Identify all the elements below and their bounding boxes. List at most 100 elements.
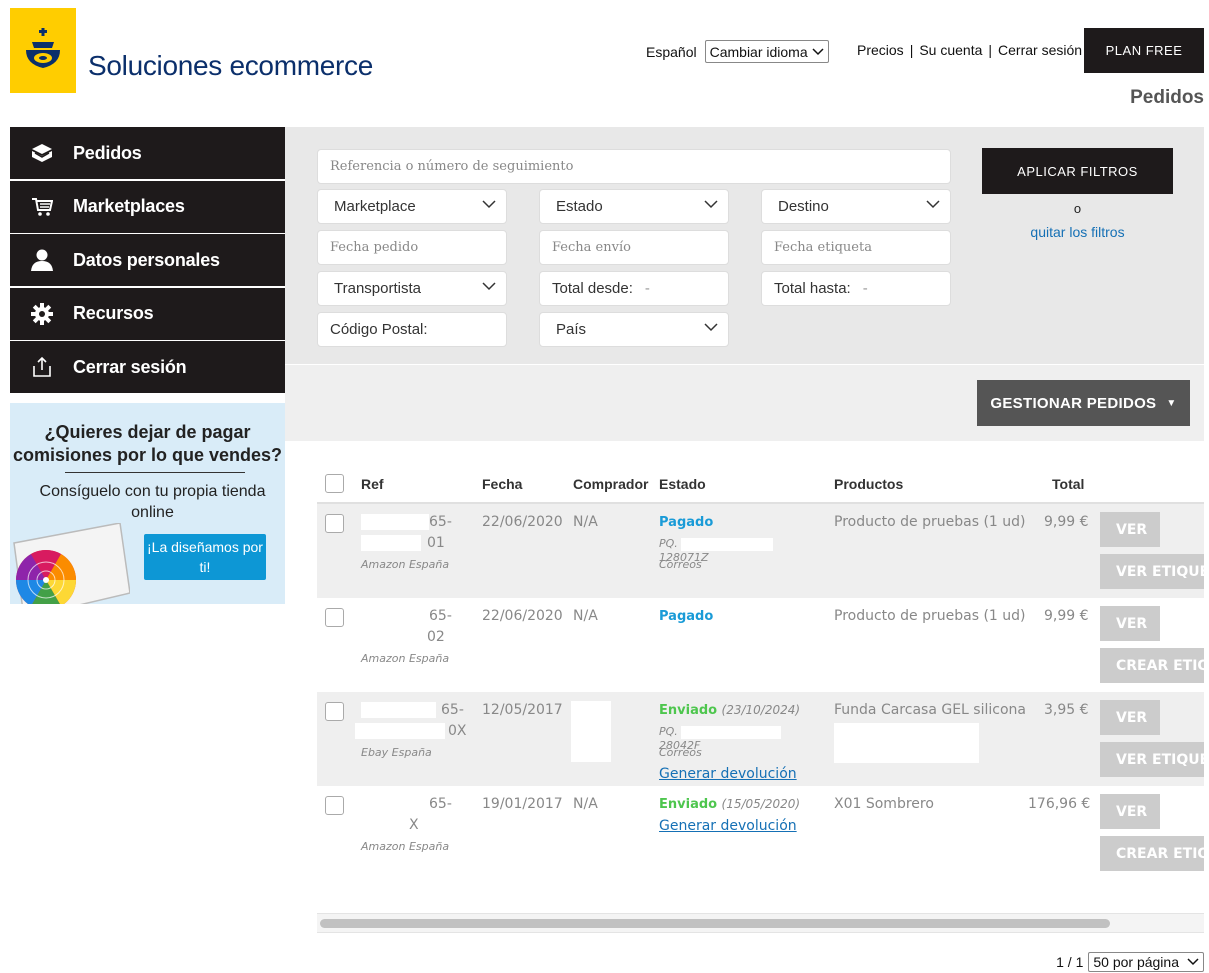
destino-select[interactable]: Destino xyxy=(761,189,951,224)
fecha-envio-input[interactable]: Fecha envío xyxy=(539,230,729,265)
row-estado: Enviado (15/05/2020) xyxy=(659,797,801,812)
col-estado[interactable]: Estado xyxy=(659,476,706,492)
row-checkbox[interactable] xyxy=(325,702,344,721)
select-all-checkbox[interactable] xyxy=(325,474,344,493)
row-carrier: Correos xyxy=(659,558,702,571)
table-row: 65- X Amazon España 19/01/2017 N/A Envia… xyxy=(317,786,1204,880)
codigo-postal-input[interactable]: Código Postal: xyxy=(317,312,507,347)
box-icon xyxy=(10,143,73,163)
row-marketplace: Ebay España xyxy=(361,746,432,759)
redacted-block xyxy=(681,725,782,739)
chevron-down-icon xyxy=(926,200,940,209)
sidebar: Pedidos Marketplaces Datos personales Re… xyxy=(10,127,285,395)
sidebar-item-datos-personales[interactable]: Datos personales xyxy=(10,234,285,286)
per-page-select[interactable]: 50 por página xyxy=(1088,952,1204,972)
total-desde-input[interactable]: Total desde: - xyxy=(539,271,729,306)
sidebar-item-recursos[interactable]: Recursos xyxy=(10,287,285,340)
promo-banner[interactable]: ¿Quieres dejar de pagar comisiones por l… xyxy=(10,403,285,604)
row-checkbox[interactable] xyxy=(325,796,344,815)
row-checkbox[interactable] xyxy=(325,608,344,627)
marketplace-select[interactable]: Marketplace xyxy=(317,189,507,224)
row-producto: Producto de pruebas (1 ud) xyxy=(834,608,1026,624)
search-input[interactable]: Referencia o número de seguimiento xyxy=(317,149,951,184)
sidebar-item-marketplaces[interactable]: Marketplaces xyxy=(10,180,285,233)
sidebar-item-pedidos[interactable]: Pedidos xyxy=(10,127,285,179)
redacted-block xyxy=(834,723,979,763)
row-total: 176,96 € xyxy=(1028,796,1091,812)
filters-panel: Referencia o número de seguimiento Marke… xyxy=(285,127,1204,364)
generate-return-link[interactable]: Generar devolución xyxy=(659,818,797,834)
estado-select[interactable]: Estado xyxy=(539,189,729,224)
view-order-button[interactable]: VER xyxy=(1100,700,1160,735)
table-header: Ref Fecha Comprador Estado Productos Tot… xyxy=(317,466,1204,504)
row-marketplace: Amazon España xyxy=(361,558,450,571)
fecha-etiqueta-input[interactable]: Fecha etiqueta xyxy=(761,230,951,265)
table-row: 65- 02 Amazon España 22/06/2020 N/A Paga… xyxy=(317,598,1204,692)
redacted-block xyxy=(681,537,774,551)
table-row: 65- 0X Ebay España 12/05/2017 Enviado (2… xyxy=(317,692,1204,786)
horizontal-scrollbar[interactable] xyxy=(317,913,1204,933)
correos-logo[interactable] xyxy=(10,8,76,93)
current-language: Español xyxy=(646,43,697,60)
view-label-button[interactable]: VER ETIQUETA xyxy=(1100,554,1204,589)
view-label-button[interactable]: VER ETIQUETA xyxy=(1100,742,1204,777)
row-fecha: 19/01/2017 xyxy=(482,796,563,812)
or-text: o xyxy=(1073,201,1082,216)
redacted-block xyxy=(355,723,445,739)
row-carrier: Correos xyxy=(659,746,702,759)
create-label-button[interactable]: CREAR ETIQUETA xyxy=(1100,836,1204,871)
redacted-block xyxy=(361,535,421,551)
row-fecha: 22/06/2020 xyxy=(482,514,563,530)
view-order-button[interactable]: VER xyxy=(1100,512,1160,547)
table-row: 65- 01 Amazon España 22/06/2020 N/A Paga… xyxy=(317,504,1204,598)
su-cuenta-link[interactable]: Su cuenta xyxy=(919,42,982,58)
view-order-button[interactable]: VER xyxy=(1100,794,1160,829)
ref-part: 01 xyxy=(427,535,445,551)
page-title: Pedidos xyxy=(1130,87,1204,106)
promo-question: ¿Quieres dejar de pagar comisiones por l… xyxy=(12,422,283,465)
language-select[interactable]: Cambiar idioma xyxy=(704,40,829,63)
row-checkbox[interactable] xyxy=(325,514,344,533)
clear-filters-link[interactable]: quitar los filtros xyxy=(982,224,1173,240)
col-comprador[interactable]: Comprador xyxy=(573,476,648,492)
redacted-block xyxy=(571,701,611,762)
apply-filters-button[interactable]: APLICAR FILTROS xyxy=(982,148,1173,194)
promo-divider xyxy=(65,472,245,473)
row-estado: Pagado xyxy=(659,609,714,624)
create-label-button[interactable]: CREAR ETIQUETA xyxy=(1100,648,1204,683)
fecha-pedido-input[interactable]: Fecha pedido xyxy=(317,230,507,265)
ref-part: 0X xyxy=(448,723,467,739)
user-icon xyxy=(10,249,73,271)
row-comprador: N/A xyxy=(573,796,598,812)
sidebar-item-cerrar-sesion[interactable]: Cerrar sesión xyxy=(10,341,285,393)
chevron-down-icon xyxy=(704,200,718,209)
page-indicator: 1 / 1 xyxy=(1056,954,1084,970)
col-productos[interactable]: Productos xyxy=(834,476,903,492)
col-ref[interactable]: Ref xyxy=(361,476,384,492)
row-fecha: 12/05/2017 xyxy=(482,702,563,718)
total-hasta-input[interactable]: Total hasta: - xyxy=(761,271,951,306)
plan-free-button[interactable]: PLAN FREE xyxy=(1084,28,1204,73)
logout-link[interactable]: Cerrar sesión xyxy=(998,42,1082,58)
ref-part: 02 xyxy=(427,629,445,645)
chevron-down-icon xyxy=(482,200,496,209)
generate-return-link[interactable]: Generar devolución xyxy=(659,766,797,782)
pais-select[interactable]: País xyxy=(539,312,729,347)
transportista-select[interactable]: Transportista xyxy=(317,271,507,306)
scrollbar-thumb[interactable] xyxy=(320,919,1110,928)
row-marketplace: Amazon España xyxy=(361,840,450,853)
caret-down-icon: ▼ xyxy=(1166,397,1177,409)
col-total[interactable]: Total xyxy=(1052,476,1084,492)
promo-cta-button[interactable]: ¡La diseñamos por ti! xyxy=(144,534,266,580)
cart-icon xyxy=(10,197,73,217)
ref-part: X xyxy=(409,817,419,833)
precios-link[interactable]: Precios xyxy=(857,42,904,58)
color-wheel-illustration xyxy=(13,523,130,604)
manage-orders-button[interactable]: GESTIONAR PEDIDOS ▼ xyxy=(977,380,1190,426)
row-marketplace: Amazon España xyxy=(361,652,450,665)
row-producto: Producto de pruebas (1 ud) xyxy=(834,514,1026,530)
ref-part: 65- xyxy=(429,608,452,624)
view-order-button[interactable]: VER xyxy=(1100,606,1160,641)
col-fecha[interactable]: Fecha xyxy=(482,476,522,492)
post-horn-icon xyxy=(26,27,60,68)
